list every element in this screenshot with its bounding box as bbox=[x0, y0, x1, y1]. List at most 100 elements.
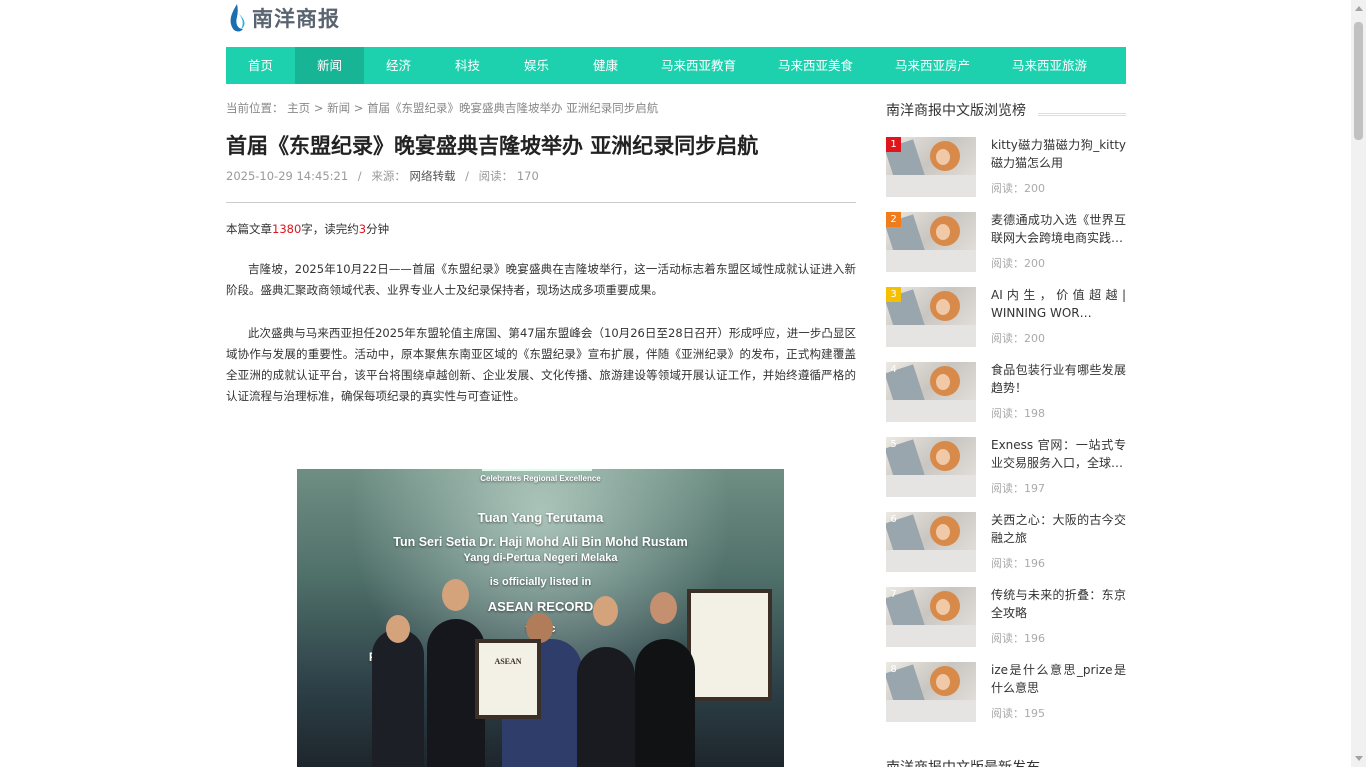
ranking-views: 阅读：196 bbox=[991, 555, 1045, 571]
thumb-face bbox=[936, 299, 950, 315]
breadcrumb-sep: > bbox=[353, 101, 364, 115]
nav-item-news[interactable]: 新闻 bbox=[295, 47, 364, 84]
ranking-thumbnail[interactable]: 6 bbox=[886, 512, 976, 572]
title-divider bbox=[226, 202, 856, 203]
ranking-title-link[interactable]: kitty磁力猫磁力狗_kitty磁力猫怎么用 bbox=[991, 137, 1126, 172]
ranking-item[interactable]: 7 传统与未来的折叠：东京全攻略 阅读：196 bbox=[886, 587, 1126, 647]
breadcrumb-section-link[interactable]: 新闻 bbox=[327, 101, 350, 115]
page-scrollbar[interactable] bbox=[1351, 0, 1366, 767]
thumb-sheet bbox=[886, 325, 976, 347]
ranking-title-link[interactable]: ize是什么意思_prize是什么意思 bbox=[991, 662, 1126, 697]
ranking-item[interactable]: 2 麦德通成功入选《世界互联网大会跨境电商实践… 阅读：200 bbox=[886, 212, 1126, 272]
ranking-item[interactable]: 5 Exness 官网：一站式专业交易服务入口，全球… 阅读：197 bbox=[886, 437, 1126, 497]
scroll-up-arrow-icon[interactable] bbox=[1355, 6, 1363, 11]
thumb-face bbox=[936, 524, 950, 540]
read-label: 阅读： bbox=[991, 557, 1024, 570]
breadcrumb-sep: > bbox=[313, 101, 324, 115]
ranking-title-link[interactable]: 传统与未来的折叠：东京全攻略 bbox=[991, 587, 1126, 622]
ranking-title-link[interactable]: 食品包装行业有哪些发展趋势！ bbox=[991, 362, 1126, 397]
thumb-sheet bbox=[886, 625, 976, 647]
meta-separator: / bbox=[357, 169, 362, 183]
photo-screen-text: Tun Seri Setia Dr. Haji Mohd Ali Bin Moh… bbox=[393, 535, 688, 549]
nav-item-home[interactable]: 首页 bbox=[226, 47, 295, 84]
read-count: 195 bbox=[1024, 707, 1045, 720]
read-time-text: 分钟 bbox=[366, 222, 390, 236]
article: 首届《东盟纪录》晚宴盛典吉隆坡举办 亚洲纪录同步启航 2025-10-29 14… bbox=[226, 130, 856, 767]
ranking-thumbnail[interactable]: 5 bbox=[886, 437, 976, 497]
photo-screen-text: Tuan Yang Terutama bbox=[477, 510, 604, 525]
read-count: 198 bbox=[1024, 407, 1045, 420]
scroll-down-arrow-icon[interactable] bbox=[1355, 756, 1363, 761]
nav-item-education[interactable]: 马来西亚教育 bbox=[640, 47, 757, 84]
photo-person-head bbox=[386, 615, 410, 643]
nav-item-food[interactable]: 马来西亚美食 bbox=[757, 47, 874, 84]
breadcrumb: 当前位置： 主页 > 新闻 > 首届《东盟纪录》晚宴盛典吉隆坡举办 亚洲纪录同步… bbox=[226, 100, 658, 116]
nav-item-travel[interactable]: 马来西亚旅游 bbox=[991, 47, 1108, 84]
nav-item-economy[interactable]: 经济 bbox=[364, 47, 433, 84]
scrollbar-thumb[interactable] bbox=[1354, 22, 1363, 140]
source-label: 来源： bbox=[371, 169, 406, 183]
nav-item-health[interactable]: 健康 bbox=[571, 47, 640, 84]
read-count: 196 bbox=[1024, 632, 1045, 645]
ranking-thumbnail[interactable]: 2 bbox=[886, 212, 976, 272]
read-label: 阅读： bbox=[991, 182, 1024, 195]
thumb-sheet bbox=[886, 550, 976, 572]
ranking-item[interactable]: 3 AI 内 生 ， 价 值 超 越 | WINNING WOR… 阅读：200 bbox=[886, 287, 1126, 347]
thumb-sheet bbox=[886, 400, 976, 422]
breadcrumb-prefix: 当前位置： bbox=[226, 101, 284, 115]
plaque-text: ASEAN bbox=[494, 657, 522, 666]
article-source: 网络转载 bbox=[409, 169, 456, 183]
thumb-sheet bbox=[886, 250, 976, 272]
rank-badge: 5 bbox=[890, 439, 897, 450]
article-paragraph-2: 此次盛典与马来西亚担任2025年东盟轮值主席国、第47届东盟峰会（10月26日至… bbox=[226, 326, 856, 403]
rank-badge: 8 bbox=[890, 664, 897, 675]
minute-count: 3 bbox=[358, 222, 367, 236]
ranking-item[interactable]: 6 关西之心：大阪的古今交融之旅阅读：196 bbox=[886, 512, 1126, 572]
main-nav: 首页 新闻 经济 科技 娱乐 健康 马来西亚教育 马来西亚美食 马来西亚房产 马… bbox=[226, 47, 1126, 84]
heading-rule bbox=[1038, 113, 1126, 116]
rank-badge: 7 bbox=[890, 589, 897, 600]
ranking-title-link[interactable]: 麦德通成功入选《世界互联网大会跨境电商实践… bbox=[991, 212, 1126, 247]
photo-person bbox=[577, 647, 635, 767]
read-count: 200 bbox=[1024, 257, 1045, 270]
rank-badge: 2 bbox=[886, 212, 901, 227]
nav-item-tech[interactable]: 科技 bbox=[433, 47, 502, 84]
read-time-text: 本篇文章 bbox=[226, 222, 272, 236]
ranking-views: 阅读：197 bbox=[991, 480, 1045, 496]
thumb-face bbox=[936, 149, 950, 165]
nav-item-entertainment[interactable]: 娱乐 bbox=[502, 47, 571, 84]
photo-plaque: ASEAN bbox=[475, 639, 541, 719]
photo-certificate-frame bbox=[687, 589, 772, 701]
ranking-title-link[interactable]: Exness 官网：一站式专业交易服务入口，全球… bbox=[991, 437, 1126, 472]
breadcrumb-home-link[interactable]: 主页 bbox=[287, 101, 310, 115]
read-label: 阅读： bbox=[991, 707, 1024, 720]
ranking-title-link[interactable]: 关西之心：大阪的古今交融之旅 bbox=[991, 512, 1126, 547]
thumb-face bbox=[936, 449, 950, 465]
read-time-note: 本篇文章1380字，读完约3分钟 bbox=[226, 221, 856, 237]
read-label: 阅读： bbox=[991, 482, 1024, 495]
article-title: 首届《东盟纪录》晚宴盛典吉隆坡举办 亚洲纪录同步启航 bbox=[226, 134, 759, 158]
ranking-title-link[interactable]: AI 内 生 ， 价 值 超 越 | WINNING WOR… bbox=[991, 287, 1126, 322]
ranking-thumbnail[interactable]: 1 bbox=[886, 137, 976, 197]
ranking-item[interactable]: 8 ize是什么意思_prize是什么意思阅读：195 bbox=[886, 662, 1126, 722]
read-time-text: 字，读完约 bbox=[301, 222, 359, 236]
ranking-thumbnail[interactable]: 7 bbox=[886, 587, 976, 647]
article-photo: Celebrates Regional Excellence Tuan Yang… bbox=[297, 469, 784, 767]
article-meta: 2025-10-29 14:45:21 / 来源： 网络转载 / 阅读： 170 bbox=[226, 168, 856, 186]
site-logo[interactable]: 南洋商报 bbox=[226, 0, 340, 36]
ranking-item[interactable]: 4 食品包装行业有哪些发展趋势！ 阅读：198 bbox=[886, 362, 1126, 422]
breadcrumb-current: 首届《东盟纪录》晚宴盛典吉隆坡举办 亚洲纪录同步启航 bbox=[367, 101, 659, 115]
ranking-thumbnail[interactable]: 3 bbox=[886, 287, 976, 347]
article-datetime: 2025-10-29 14:45:21 bbox=[226, 169, 349, 183]
read-label: 阅读： bbox=[991, 407, 1024, 420]
photo-screen-text: Celebrates Regional Excellence bbox=[480, 474, 601, 483]
nav-item-property[interactable]: 马来西亚房产 bbox=[874, 47, 991, 84]
thumb-sheet bbox=[886, 475, 976, 497]
ranking-item[interactable]: 1 kitty磁力猫磁力狗_kitty磁力猫怎么用 阅读：200 bbox=[886, 137, 1126, 197]
rank-badge: 3 bbox=[886, 287, 901, 302]
thumb-face bbox=[936, 374, 950, 390]
article-paragraph-1: 吉隆坡，2025年10月22日——首届《东盟纪录》晚宴盛典在吉隆坡举行，这一活动… bbox=[226, 262, 856, 297]
ranking-views: 阅读：200 bbox=[991, 255, 1045, 271]
ranking-thumbnail[interactable]: 8 bbox=[886, 662, 976, 722]
ranking-thumbnail[interactable]: 4 bbox=[886, 362, 976, 422]
